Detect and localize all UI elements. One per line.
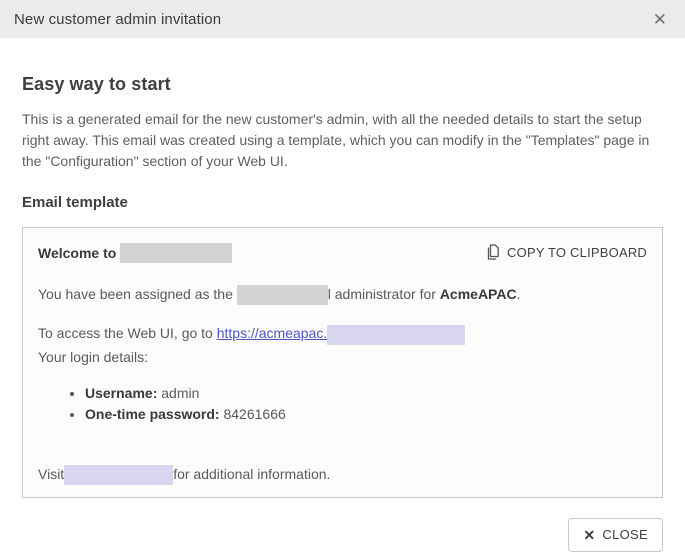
redacted-customer-name — [120, 243, 232, 263]
username-value: admin — [161, 385, 199, 401]
email-template-header-row: Welcome to COPY TO CLIPBOARD — [38, 243, 647, 263]
login-details-label: Your login details: — [38, 347, 647, 368]
access-prefix: To access the Web UI, go to — [38, 325, 213, 341]
company-name: AcmeAPAC — [440, 286, 517, 302]
dialog-footer: ✕ CLOSE — [0, 518, 685, 552]
copy-pages-icon — [487, 244, 502, 261]
dialog-titlebar: New customer admin invitation ✕ — [0, 0, 685, 38]
visit-suffix: for additional information. — [173, 466, 330, 482]
access-line: To access the Web UI, go to https://acme… — [38, 323, 647, 344]
assigned-prefix: You have been assigned as the — [38, 286, 233, 302]
web-ui-link[interactable]: https://acmeapac. — [217, 325, 328, 341]
page-title: Easy way to start — [22, 74, 663, 95]
visit-prefix: Visit — [38, 466, 64, 482]
list-item-password: One-time password: 84261666 — [85, 404, 647, 425]
assigned-suffix: . — [517, 286, 521, 302]
close-icon[interactable]: ✕ — [651, 9, 669, 30]
redacted-visit-url — [64, 465, 173, 485]
visit-line: Visit for additional information. — [38, 464, 647, 485]
email-template-label: Email template — [22, 194, 663, 211]
email-template-box: Welcome to COPY TO CLIPBOARD You have be… — [22, 227, 663, 498]
dialog-content: Easy way to start This is a generated em… — [0, 74, 685, 498]
assigned-middle: l administrator for — [328, 286, 436, 302]
assigned-line: You have been assigned as the l administ… — [38, 284, 647, 305]
new-customer-admin-invitation-dialog: New customer admin invitation ✕ Easy way… — [0, 0, 685, 554]
redacted-role — [237, 285, 328, 305]
close-button-x-icon: ✕ — [583, 528, 595, 542]
welcome-prefix: Welcome to — [38, 245, 116, 261]
close-button[interactable]: ✕ CLOSE — [568, 518, 663, 552]
close-button-label: CLOSE — [602, 527, 648, 542]
password-label: One-time password: — [85, 406, 220, 422]
dialog-title: New customer admin invitation — [14, 11, 221, 28]
list-item-username: Username: admin — [85, 383, 647, 404]
credentials-list: Username: admin One-time password: 84261… — [85, 383, 647, 425]
copy-to-clipboard-label: COPY TO CLIPBOARD — [507, 245, 647, 260]
redacted-url — [327, 325, 465, 345]
welcome-line: Welcome to — [38, 243, 232, 263]
description-text: This is a generated email for the new cu… — [22, 109, 663, 172]
copy-to-clipboard-button[interactable]: COPY TO CLIPBOARD — [487, 244, 647, 261]
password-value: 84261666 — [223, 406, 285, 422]
username-label: Username: — [85, 385, 157, 401]
